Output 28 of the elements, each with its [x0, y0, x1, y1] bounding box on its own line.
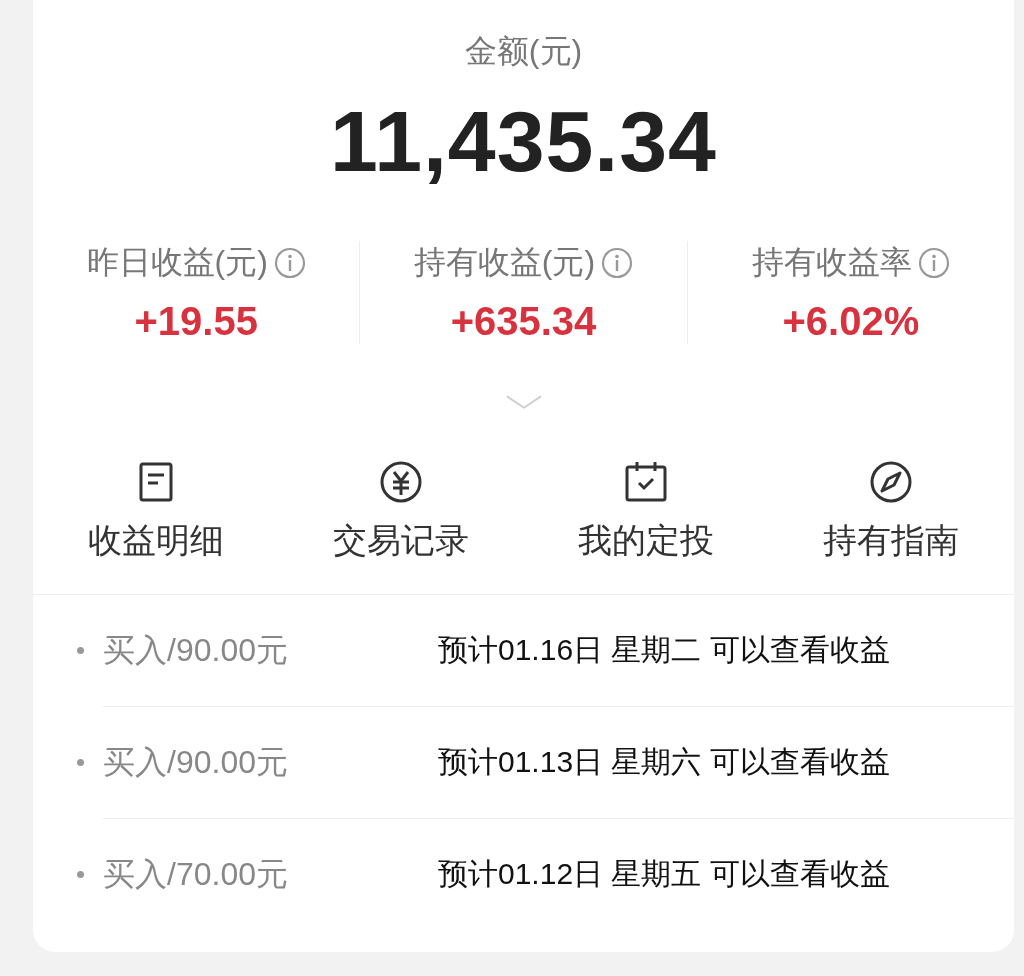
record-amount: 买入/90.00元 [103, 630, 289, 670]
record-note: 预计01.12日 星期五 可以查看收益 [438, 856, 890, 892]
bullet-dot [77, 647, 84, 654]
info-icon[interactable] [601, 247, 634, 279]
calendar-check-icon [624, 460, 669, 504]
stat-value: +6.02% [782, 299, 920, 344]
action-button[interactable]: 我的定投 [523, 460, 769, 564]
action-button[interactable]: 持有指南 [768, 460, 1014, 564]
bullet-dot [77, 759, 84, 766]
bullet-dot [77, 871, 84, 878]
record-note: 预计01.16日 星期二 可以查看收益 [438, 632, 890, 668]
stat-label: 昨日收益(元) [86, 243, 268, 282]
stat-value: +635.34 [450, 299, 597, 344]
record-amount: 买入/90.00元 [103, 742, 289, 782]
record-amount: 买入/70.00元 [103, 854, 289, 894]
yen-circle-icon [378, 460, 423, 504]
compass-icon [869, 460, 914, 504]
chevron-down-icon[interactable] [504, 394, 543, 410]
stat-label: 持有收益率 [751, 243, 912, 282]
stat-value: +19.55 [134, 299, 258, 344]
balance-amount: 11,435.34 [330, 92, 717, 191]
info-icon[interactable] [273, 247, 306, 279]
balance-label: 金额(元) [464, 32, 583, 71]
info-icon[interactable] [917, 247, 950, 279]
action-button[interactable]: 交易记录 [278, 460, 524, 564]
record-note: 预计01.13日 星期六 可以查看收益 [438, 744, 890, 780]
action-button[interactable]: 收益明细 [33, 460, 279, 564]
stat-label: 持有收益(元) [413, 243, 596, 282]
